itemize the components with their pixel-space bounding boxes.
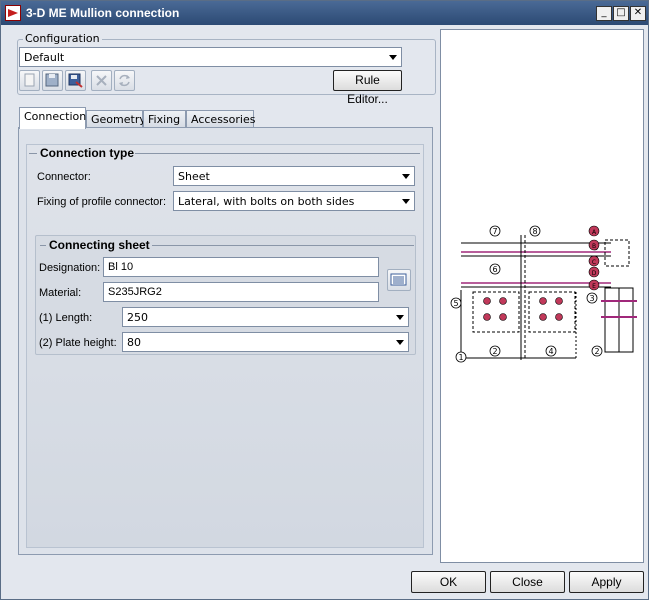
new-config-button[interactable] bbox=[19, 70, 40, 91]
designation-label: Designation: bbox=[39, 262, 101, 274]
connecting-sheet-group: Connecting sheet Designation: Bl 10 Mate… bbox=[35, 235, 416, 355]
connecting-sheet-header: Connecting sheet bbox=[49, 238, 150, 252]
connection-tab-panel: Connection type Connector: Sheet Fixing … bbox=[18, 127, 433, 555]
diagram-label: 2 bbox=[594, 347, 599, 356]
connector-select[interactable]: Sheet bbox=[173, 166, 415, 186]
fixing-label: Fixing of profile connector: bbox=[37, 196, 167, 208]
connection-type-header: Connection type bbox=[40, 146, 135, 160]
fixing-select[interactable]: Lateral, with bolts on both sides bbox=[173, 191, 415, 211]
maximize-button[interactable]: □ bbox=[613, 6, 629, 21]
save-config-button[interactable] bbox=[42, 70, 63, 91]
delete-icon bbox=[96, 75, 107, 86]
refresh-icon bbox=[119, 74, 130, 87]
save-as-icon bbox=[68, 73, 83, 88]
diagram-label: 3 bbox=[589, 294, 594, 303]
preview-panel: 7 8 6 5 3 1 2 4 2 A B C D E bbox=[440, 29, 644, 563]
catalog-icon bbox=[390, 273, 407, 286]
diagram-label: 4 bbox=[548, 347, 553, 356]
ok-button[interactable]: OK bbox=[411, 571, 486, 593]
section-divider bbox=[40, 245, 46, 246]
app-logo-icon bbox=[5, 5, 21, 21]
plate-height-label: (2) Plate height: bbox=[39, 337, 117, 349]
length-select[interactable]: 250 bbox=[122, 307, 409, 327]
refresh-config-button[interactable] bbox=[114, 70, 135, 91]
close-button[interactable]: Close bbox=[490, 571, 565, 593]
dialog-window: 3-D ME Mullion connection _ □ ✕ Configur… bbox=[0, 0, 649, 600]
section-divider bbox=[135, 153, 420, 154]
diagram-label: E bbox=[592, 283, 596, 290]
section-divider bbox=[152, 245, 414, 246]
minimize-button[interactable]: _ bbox=[596, 6, 612, 21]
plate-height-value: 80 bbox=[127, 336, 141, 349]
material-catalog-button[interactable] bbox=[387, 269, 411, 291]
material-input[interactable]: S235JRG2 bbox=[103, 282, 379, 302]
fixing-value: Lateral, with bolts on both sides bbox=[178, 195, 355, 208]
title-bar[interactable]: 3-D ME Mullion connection _ □ ✕ bbox=[1, 1, 648, 25]
diagram-label: B bbox=[592, 243, 596, 250]
designation-input[interactable]: Bl 10 bbox=[103, 257, 379, 277]
diagram-label: C bbox=[592, 259, 596, 266]
close-window-button[interactable]: ✕ bbox=[630, 6, 646, 21]
tab-connection[interactable]: Connection bbox=[19, 107, 86, 129]
save-icon bbox=[45, 73, 59, 87]
diagram-label: 1 bbox=[458, 353, 463, 362]
length-value: 250 bbox=[127, 311, 148, 324]
diagram-label: 5 bbox=[453, 299, 458, 308]
diagram-label: 6 bbox=[492, 265, 497, 274]
new-file-icon bbox=[24, 73, 35, 87]
diagram-label: D bbox=[592, 270, 597, 277]
connection-panel: Connection type Connector: Sheet Fixing … bbox=[26, 144, 424, 548]
diagram-label: 2 bbox=[492, 347, 497, 356]
chevron-down-icon bbox=[389, 55, 397, 60]
chevron-down-icon bbox=[402, 174, 410, 179]
rule-editor-button[interactable]: Rule Editor... bbox=[333, 70, 402, 106]
save-as-config-button[interactable] bbox=[65, 70, 86, 91]
configuration-select[interactable]: Default bbox=[19, 47, 402, 67]
connector-label: Connector: bbox=[37, 171, 91, 183]
chevron-down-icon bbox=[396, 315, 404, 320]
tab-fixing[interactable]: Fixing bbox=[143, 110, 186, 128]
chevron-down-icon bbox=[396, 340, 404, 345]
delete-config-button[interactable] bbox=[91, 70, 112, 91]
diagram-label: 8 bbox=[532, 227, 537, 236]
plate-height-select[interactable]: 80 bbox=[122, 332, 409, 352]
configuration-label: Configuration bbox=[23, 32, 102, 45]
configuration-value: Default bbox=[24, 51, 65, 64]
material-label: Material: bbox=[39, 287, 82, 299]
section-divider bbox=[29, 153, 37, 154]
window-title: 3-D ME Mullion connection bbox=[26, 6, 180, 20]
tab-geometry[interactable]: Geometry bbox=[86, 110, 146, 128]
tab-accessories[interactable]: Accessories bbox=[186, 110, 255, 128]
chevron-down-icon bbox=[402, 199, 410, 204]
connector-value: Sheet bbox=[178, 170, 210, 183]
diagram-label: 7 bbox=[492, 227, 497, 236]
length-label: (1) Length: bbox=[39, 312, 93, 324]
mullion-connection-diagram: 7 8 6 5 3 1 2 4 2 A B C D E bbox=[450, 225, 637, 363]
apply-button[interactable]: Apply bbox=[569, 571, 644, 593]
